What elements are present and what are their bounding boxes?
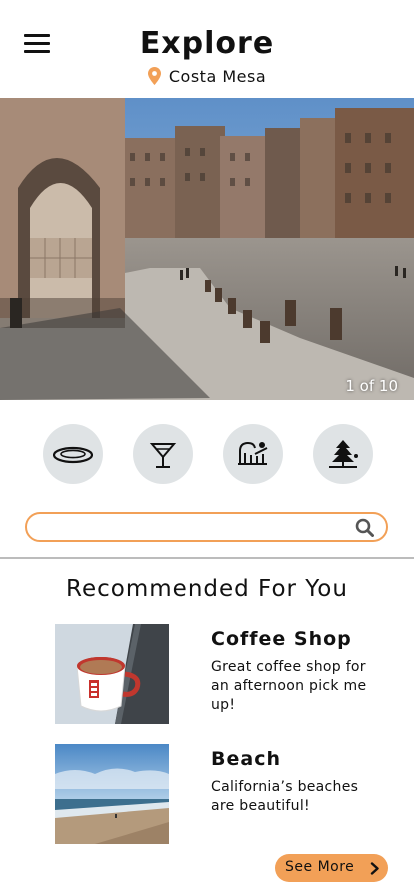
card-title: Beach: [211, 748, 281, 770]
search-input[interactable]: [39, 517, 363, 539]
card-description: Great coffee shop for an afternoon pick …: [211, 659, 367, 713]
hero-carousel[interactable]: 1 of 10: [0, 98, 414, 400]
beach-umbrella-icon: [329, 440, 358, 468]
card-title: Coffee Shop: [211, 628, 352, 650]
sun-landscape-icon: [238, 441, 268, 465]
divider: [0, 557, 414, 559]
category-sights[interactable]: [223, 424, 283, 484]
location[interactable]: Costa Mesa: [0, 67, 414, 86]
plate-icon: [53, 446, 93, 464]
card-description: California’s beaches are beautiful!: [211, 779, 359, 814]
category-outdoors[interactable]: [313, 424, 373, 484]
search-icon[interactable]: [355, 518, 374, 537]
category-row: [0, 424, 414, 484]
header: Explore Costa Mesa: [0, 0, 414, 98]
see-more-label: See More: [285, 859, 355, 875]
carousel-counter: 1 of 10: [345, 377, 398, 395]
search-bar: [25, 512, 388, 542]
cocktail-icon: [149, 443, 177, 468]
see-more-button[interactable]: See More: [275, 854, 388, 882]
beach-image: [55, 744, 169, 844]
recommendation-card[interactable]: Beach California’s beaches are beautiful…: [55, 744, 385, 844]
recommendation-card[interactable]: Coffee Shop Great coffee shop for an aft…: [55, 624, 385, 724]
location-label: Costa Mesa: [168, 67, 267, 86]
location-pin-icon: [147, 67, 161, 85]
category-bars[interactable]: [133, 424, 193, 484]
page-title: Explore: [139, 26, 275, 61]
chevron-right-icon: [370, 862, 379, 875]
hero-image: [0, 98, 414, 400]
section-title: Recommended For You: [66, 576, 348, 602]
category-restaurants[interactable]: [43, 424, 103, 484]
coffee-shop-image: [55, 624, 169, 724]
